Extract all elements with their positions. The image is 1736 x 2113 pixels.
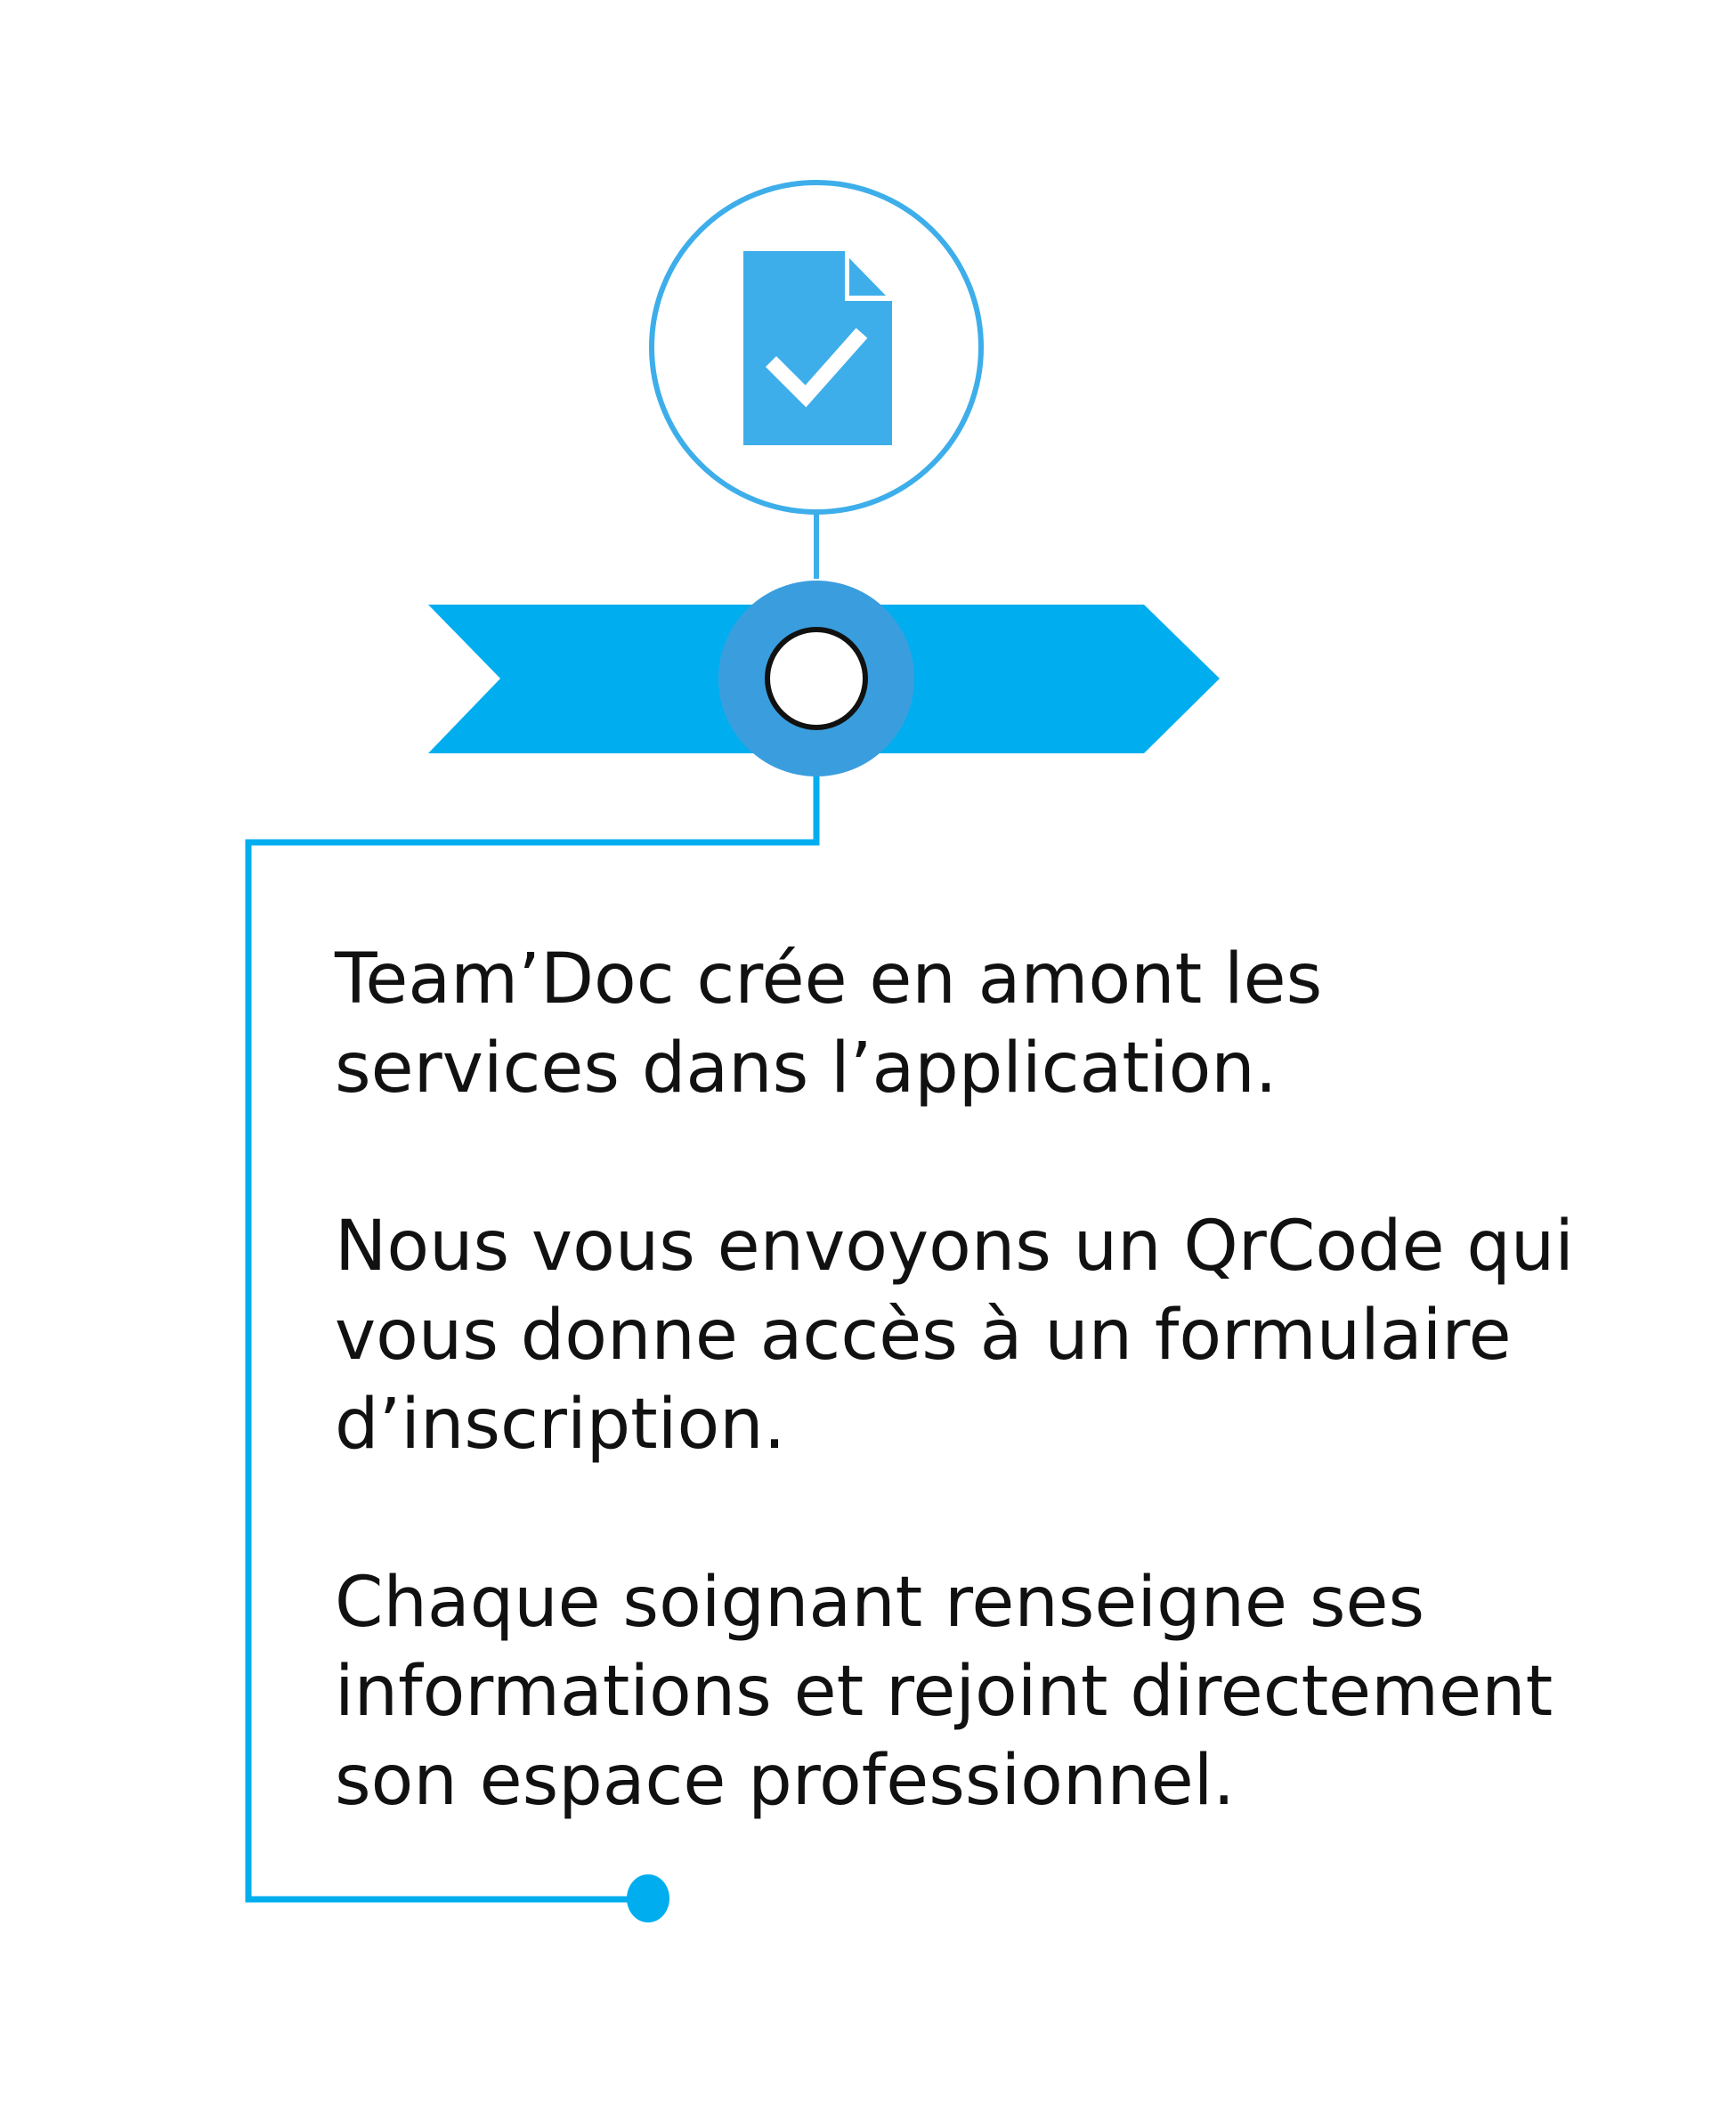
text-line: vous donne accès à un formulaire [335, 1296, 1512, 1376]
page: Team’Doc crée en amont les services dans… [0, 0, 1736, 2113]
text-line: son espace professionnel. [335, 1741, 1236, 1821]
paragraph-qrcode: Nous vous envoyons un QrCode qui vous do… [335, 1202, 1652, 1469]
ribbon-hub-dot [765, 627, 868, 730]
paragraph-services: Team’Doc crée en amont les services dans… [335, 935, 1652, 1113]
description-text: Team’Doc crée en amont les services dans… [335, 935, 1652, 1825]
text-line: d’inscription. [335, 1385, 786, 1465]
text-line: Team’Doc crée en amont les [335, 939, 1323, 1020]
paragraph-soignant: Chaque soignant renseigne ses informatio… [335, 1558, 1652, 1825]
text-line: services dans l’application. [335, 1028, 1278, 1109]
connector-end-dot [627, 1874, 669, 1922]
text-line: Nous vous envoyons un QrCode qui [335, 1207, 1574, 1287]
text-line: informations et rejoint directement [335, 1652, 1553, 1732]
text-line: Chaque soignant renseigne ses [335, 1563, 1425, 1643]
document-check-icon [743, 251, 892, 445]
